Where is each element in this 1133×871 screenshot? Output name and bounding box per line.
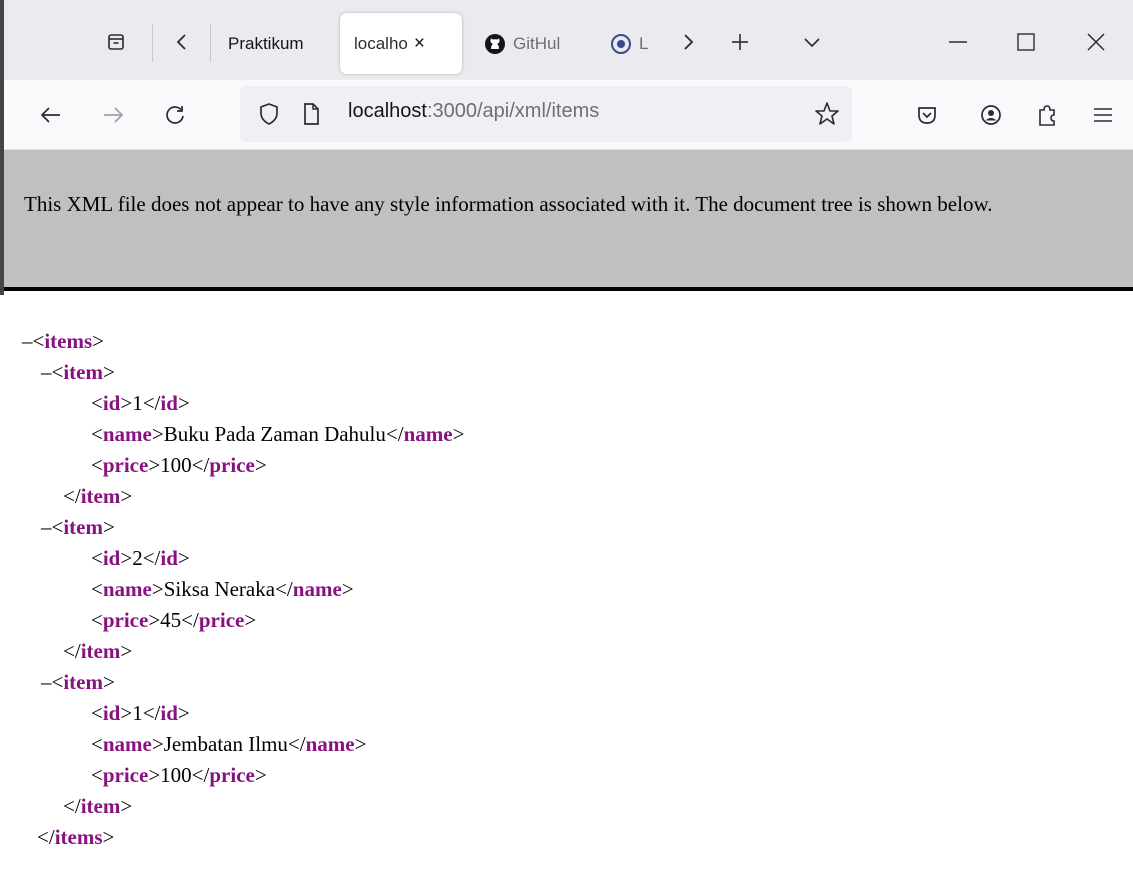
new-tab-button[interactable] (722, 24, 758, 60)
xml-price-element: <price>100</price> (91, 763, 267, 787)
tab-localhost[interactable]: localho × (340, 13, 462, 74)
extensions-puzzle-icon (1039, 105, 1055, 126)
xml-id-element: <id>2</id> (91, 546, 190, 570)
tab-separator (210, 24, 211, 62)
tab-strip: Praktikum localho × GitHul L (4, 0, 1133, 80)
xml-close-tag-item: </item> (63, 639, 133, 663)
tab-separator (152, 24, 153, 62)
tab-github[interactable]: GitHul (470, 13, 588, 74)
xml-price-value: 100 (160, 763, 192, 787)
xml-open-tag-item: –<item> (41, 670, 115, 694)
tab-praktikum[interactable]: Praktikum (214, 13, 328, 74)
close-window-button[interactable] (1076, 24, 1116, 60)
chevron-down-icon (804, 38, 820, 48)
github-icon (485, 33, 505, 54)
xml-name-value: Jembatan Ilmu (163, 732, 288, 756)
tag-name: items (44, 329, 93, 353)
account-icon (981, 105, 1001, 125)
reload-button[interactable] (156, 96, 194, 134)
tag-name: item (63, 515, 103, 539)
xml-name-element: <name>Siksa Neraka</name> (91, 577, 354, 601)
pocket-button[interactable] (908, 96, 946, 134)
xml-close-tag-item: </item> (63, 484, 133, 508)
xml-price-element: <price>100</price> (91, 453, 267, 477)
application-menu-button[interactable] (1084, 96, 1122, 134)
plus-icon (732, 34, 748, 50)
page-info-icon[interactable] (302, 102, 320, 126)
xml-open-tag-item: –<item> (41, 515, 115, 539)
collapse-toggle[interactable]: – (22, 329, 33, 353)
xml-close-tag-items: </items> (37, 825, 115, 849)
reload-icon (166, 106, 184, 124)
xml-name-element: <name>Buku Pada Zaman Dahulu</name> (91, 422, 465, 446)
url-path: :3000/api/xml/items (426, 100, 600, 122)
collapse-toggle[interactable]: – (41, 515, 52, 539)
xml-id-element: <id>1</id> (91, 391, 190, 415)
url-text[interactable]: localhost:3000/api/xml/items (348, 100, 599, 123)
maximize-icon (1017, 33, 1035, 51)
firefox-view-button[interactable] (98, 24, 134, 60)
url-host: localhost (348, 100, 427, 122)
bookmark-star-icon[interactable] (814, 101, 840, 127)
xml-name-value: Buku Pada Zaman Dahulu (163, 422, 386, 446)
close-tab-button[interactable]: × (414, 33, 425, 55)
back-button[interactable] (32, 96, 70, 134)
list-all-tabs-button[interactable] (794, 24, 830, 60)
xml-document-tree: –<items> –<item> <id>1</id> <name>Buku P… (0, 295, 1133, 871)
tag-name: item (63, 360, 103, 384)
arrow-right-icon (104, 107, 124, 123)
chevron-left-icon (176, 34, 186, 50)
tab-site[interactable]: L (596, 13, 670, 74)
xml-id-value: 1 (132, 391, 143, 415)
xml-id-value: 2 (132, 546, 143, 570)
firefox-view-icon (108, 34, 124, 50)
address-bar[interactable]: localhost:3000/api/xml/items (240, 86, 852, 142)
pocket-icon (918, 107, 936, 124)
tab-label: Praktikum (228, 33, 304, 53)
minimize-icon (949, 41, 967, 43)
xml-open-tag-item: –<item> (41, 360, 115, 384)
tab-label: L (639, 33, 649, 53)
xml-id-value: 1 (132, 701, 143, 725)
maximize-window-button[interactable] (1006, 24, 1046, 60)
xml-price-element: <price>45</price> (91, 608, 257, 632)
close-icon (1087, 33, 1105, 51)
minimize-window-button[interactable] (938, 24, 978, 60)
scroll-tabs-left-button[interactable] (164, 24, 200, 60)
forward-button[interactable] (94, 96, 132, 134)
xml-name-element: <name>Jembatan Ilmu</name> (91, 732, 367, 756)
tab-label: GitHul (513, 33, 561, 53)
xml-info-banner: This XML file does not appear to have an… (4, 150, 1133, 291)
tracking-protection-shield-icon[interactable] (258, 102, 280, 126)
navigation-toolbar: localhost:3000/api/xml/items (4, 80, 1133, 150)
arrow-left-icon (40, 107, 60, 123)
xml-close-tag-item: </item> (63, 794, 133, 818)
chevron-right-icon (684, 34, 694, 50)
xml-info-message: This XML file does not appear to have an… (24, 192, 993, 216)
collapse-toggle[interactable]: – (41, 360, 52, 384)
extensions-button[interactable] (1028, 96, 1066, 134)
account-button[interactable] (972, 96, 1010, 134)
xml-open-tag-items: –<items> (22, 329, 105, 353)
xml-price-value: 100 (160, 453, 192, 477)
scroll-tabs-right-button[interactable] (670, 24, 706, 60)
xml-name-value: Siksa Neraka (163, 577, 276, 601)
site-favicon-icon (611, 33, 631, 54)
tag-name: item (63, 670, 103, 694)
hamburger-menu-icon (1094, 108, 1112, 122)
collapse-toggle[interactable]: – (41, 670, 52, 694)
xml-price-value: 45 (160, 608, 182, 632)
xml-id-element: <id>1</id> (91, 701, 190, 725)
tab-label: localho (354, 33, 408, 53)
